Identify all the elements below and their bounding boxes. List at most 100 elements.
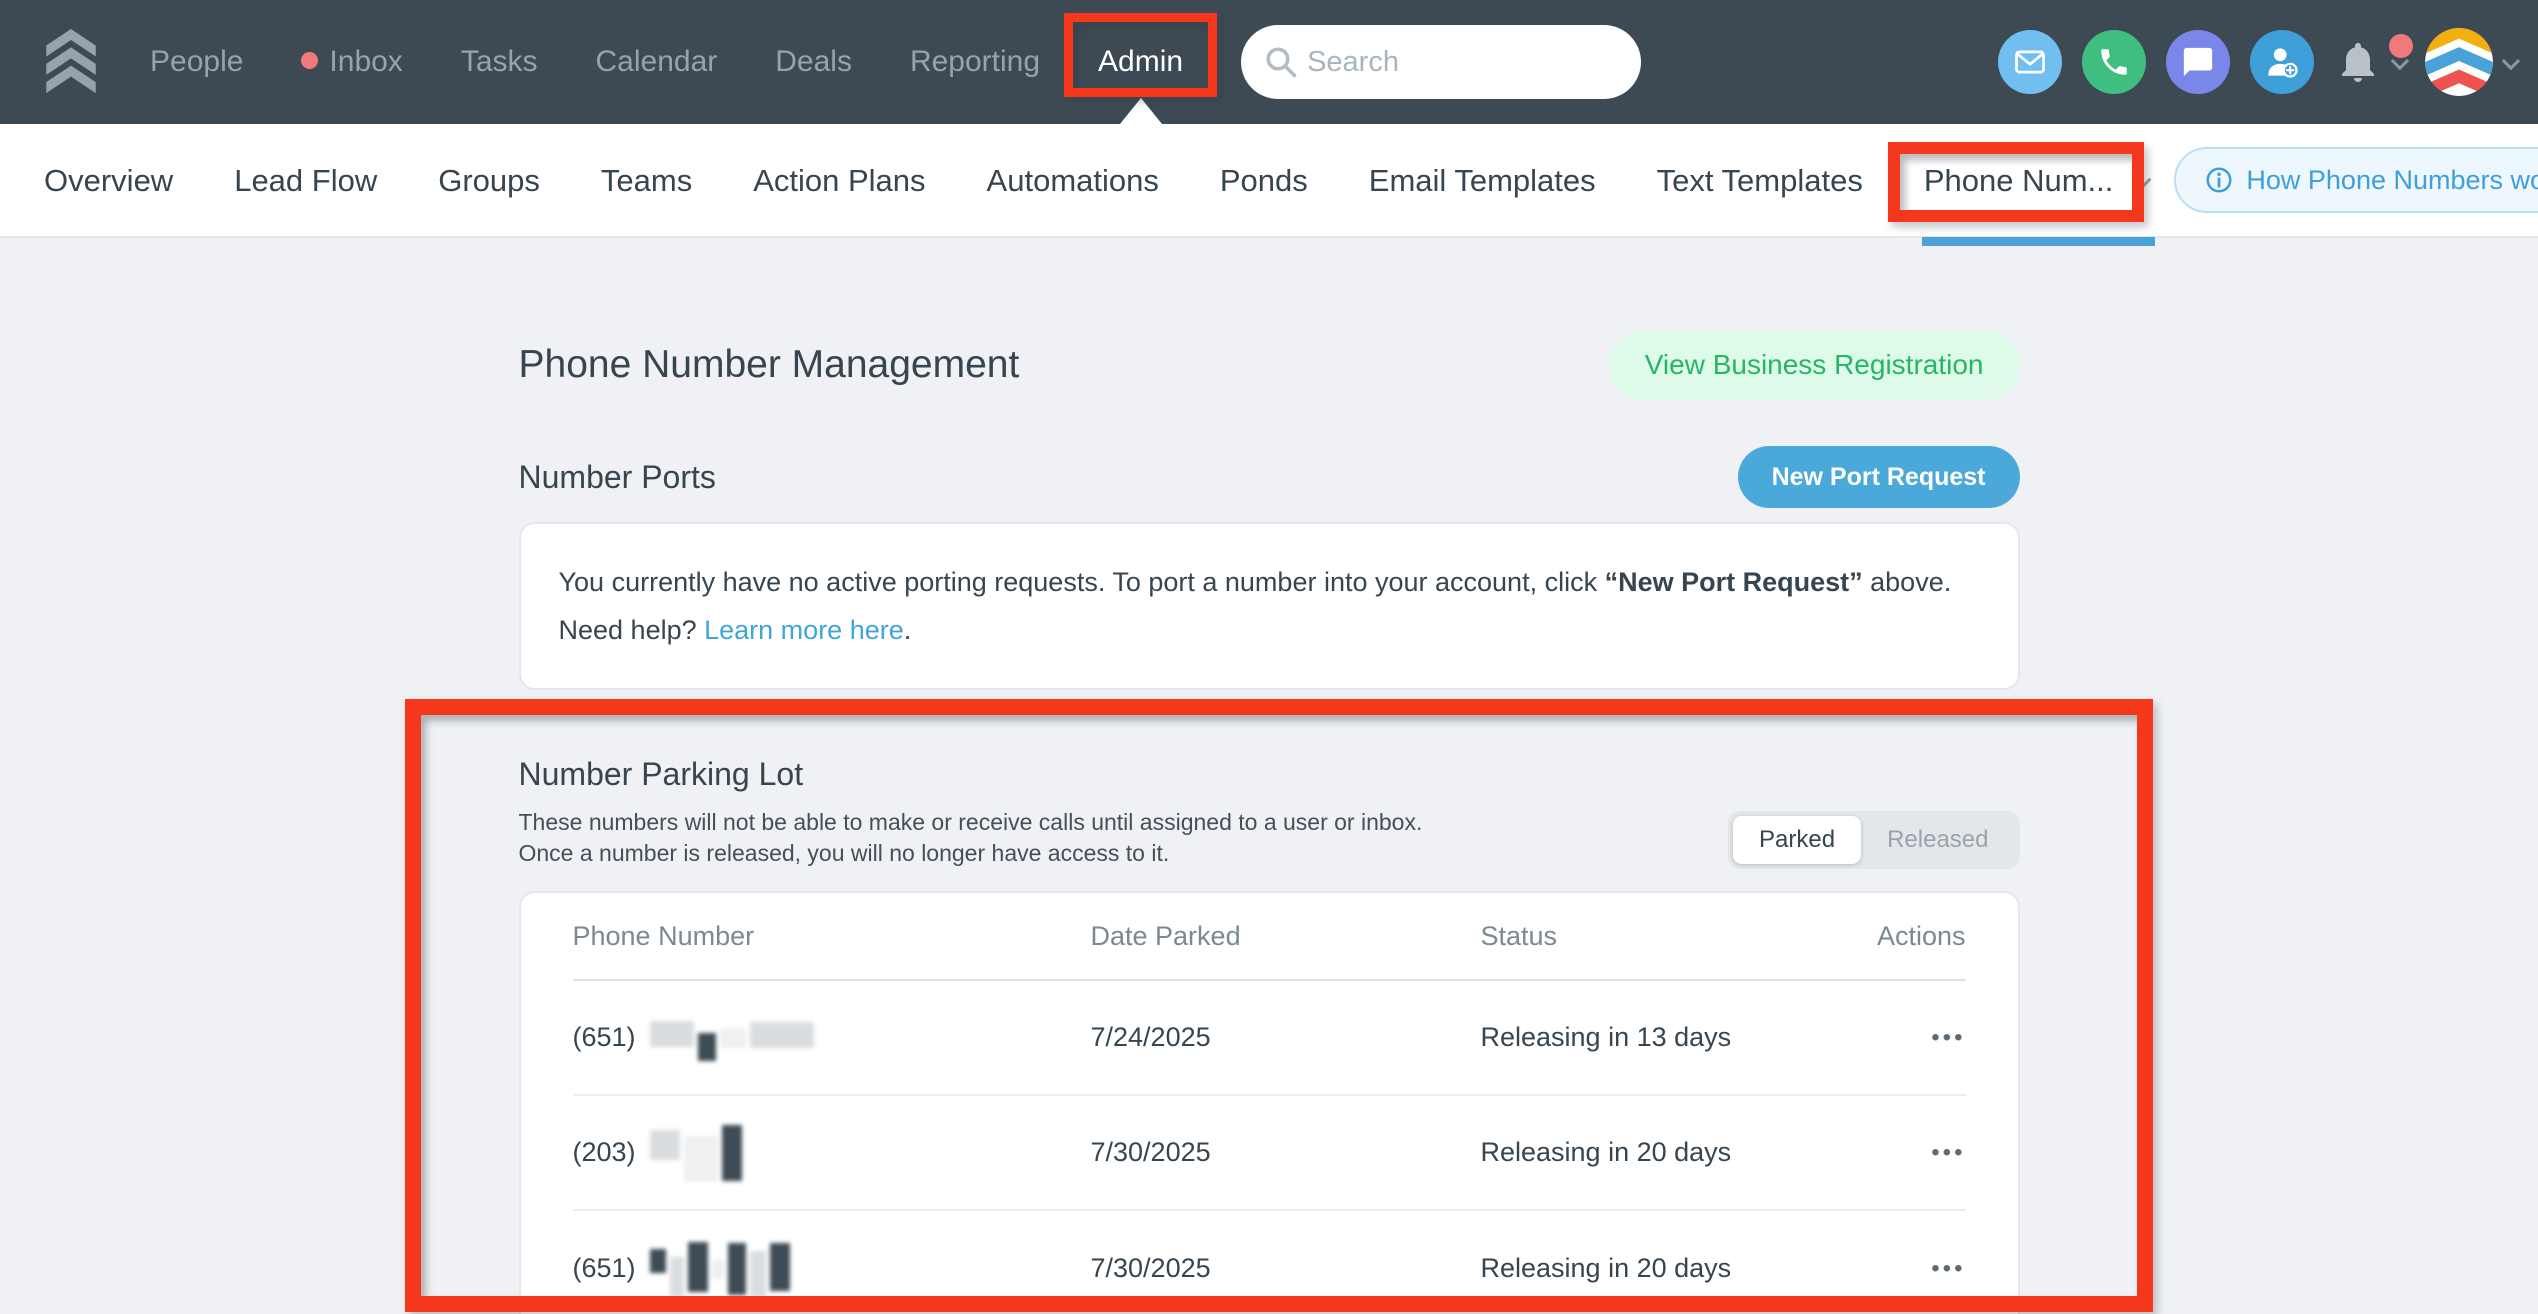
status-value: Releasing in 20 days <box>1481 1253 1872 1284</box>
tab-phone-numbers[interactable]: Phone Num... <box>1924 124 2114 238</box>
row-actions-button[interactable]: ••• <box>1872 1139 1966 1167</box>
tab-label: Phone Num... <box>1924 163 2114 199</box>
tab-label: Overview <box>44 163 173 199</box>
status-value: Releasing in 13 days <box>1481 1022 1872 1053</box>
tab-label: Ponds <box>1220 163 1308 199</box>
tab-action-plans[interactable]: Action Plans <box>753 124 925 238</box>
tab-groups[interactable]: Groups <box>438 124 540 238</box>
tab-lead-flow[interactable]: Lead Flow <box>234 124 377 238</box>
column-header-phone-number: Phone Number <box>573 921 1091 952</box>
nav-label: Deals <box>775 45 852 79</box>
unread-dot <box>301 52 318 69</box>
nav-label: People <box>150 45 243 79</box>
parked-numbers-table-card: Phone Number Date Parked Status Actions … <box>519 891 2020 1314</box>
email-icon <box>2012 44 2048 80</box>
phone-icon <box>2097 45 2131 79</box>
nav-item-deals[interactable]: Deals <box>775 0 852 124</box>
logo-chevrons-icon <box>44 29 98 95</box>
tab-label: Email Templates <box>1369 163 1596 199</box>
parking-lot-description-line2: Once a number is released, you will no l… <box>519 838 1423 869</box>
nav-label: Calendar <box>596 45 718 79</box>
search-input[interactable] <box>1241 25 1641 99</box>
active-tab-caret <box>1120 98 1162 124</box>
notifications-button[interactable] <box>2334 38 2405 86</box>
redacted-phone-digits <box>650 1125 746 1181</box>
tab-teams[interactable]: Teams <box>601 124 692 238</box>
tab-email-templates[interactable]: Email Templates <box>1369 124 1596 238</box>
table-row: (203) 7/30/2025 Releasing in 20 days ••• <box>573 1096 1966 1211</box>
tab-label: Teams <box>601 163 692 199</box>
nav-item-calendar[interactable]: Calendar <box>596 0 718 124</box>
tab-label: Action Plans <box>753 163 925 199</box>
nav-label: Tasks <box>461 45 538 79</box>
chevron-down-icon <box>2502 51 2520 69</box>
tab-label: Groups <box>438 163 540 199</box>
tab-automations[interactable]: Automations <box>987 124 1159 238</box>
global-search <box>1241 0 1641 124</box>
column-header-actions: Actions <box>1872 921 1966 952</box>
page-title: Phone Number Management <box>519 343 1020 387</box>
calls-button[interactable] <box>2082 30 2146 94</box>
phone-number-management-page: Phone Number Management View Business Re… <box>519 330 2020 1314</box>
tab-label: Lead Flow <box>234 163 377 199</box>
table-row: (651) 7/24/2025 Releasing in 13 days ••• <box>573 981 1966 1096</box>
nav-item-admin[interactable]: Admin <box>1098 0 1183 124</box>
date-parked-value: 7/24/2025 <box>1091 1022 1481 1053</box>
toggle-released[interactable]: Released <box>1861 816 2014 864</box>
info-icon <box>2204 165 2234 195</box>
date-parked-value: 7/30/2025 <box>1091 1253 1481 1284</box>
button-label: New Port Request <box>1772 463 1986 492</box>
number-ports-heading: Number Ports <box>519 459 716 496</box>
how-phone-numbers-work-button[interactable]: How Phone Numbers work <box>2174 147 2538 213</box>
notice-text: You currently have no active porting req… <box>559 567 1605 597</box>
view-business-registration-button[interactable]: View Business Registration <box>1609 330 2020 400</box>
parking-lot-description-line1: These numbers will not be able to make o… <box>519 807 1423 838</box>
number-parking-lot-header: Number Parking Lot These numbers will no… <box>519 756 2020 869</box>
nav-item-people[interactable]: People <box>150 0 243 124</box>
app-logo[interactable] <box>44 0 98 124</box>
nav-item-reporting[interactable]: Reporting <box>910 0 1040 124</box>
button-label: View Business Registration <box>1645 349 1984 381</box>
toggle-label: Parked <box>1759 826 1835 854</box>
row-actions-button[interactable]: ••• <box>1872 1255 1966 1283</box>
texting-button[interactable] <box>2166 30 2230 94</box>
avatar <box>2425 28 2493 96</box>
row-actions-button[interactable]: ••• <box>1872 1024 1966 1052</box>
tab-overview[interactable]: Overview <box>44 124 173 238</box>
phone-number-value: (651) <box>573 1022 636 1053</box>
parked-released-toggle: Parked Released <box>1728 811 2019 869</box>
notice-text: . <box>904 615 912 645</box>
tab-text-templates[interactable]: Text Templates <box>1657 124 1863 238</box>
redacted-phone-digits <box>650 1243 794 1295</box>
nav-label: Admin <box>1098 45 1183 79</box>
redacted-phone-digits <box>650 1024 818 1052</box>
phone-number-value: (203) <box>573 1137 636 1168</box>
table-header-row: Phone Number Date Parked Status Actions <box>573 893 1966 981</box>
nav-label: Reporting <box>910 45 1040 79</box>
admin-sub-navigation: Overview Lead Flow Groups Teams Action P… <box>0 124 2538 238</box>
chat-icon <box>2181 45 2215 79</box>
topbar-actions <box>1998 0 2538 124</box>
add-person-button[interactable] <box>2250 30 2314 94</box>
help-button-label: How Phone Numbers work <box>2246 165 2538 196</box>
email-button[interactable] <box>1998 30 2062 94</box>
nav-item-tasks[interactable]: Tasks <box>461 0 538 124</box>
toggle-parked[interactable]: Parked <box>1733 816 1861 864</box>
account-menu-button[interactable] <box>2425 28 2516 96</box>
porting-notice-card: You currently have no active porting req… <box>519 522 2020 690</box>
column-header-status: Status <box>1481 921 1872 952</box>
add-person-icon <box>2262 42 2302 82</box>
nav-label: Inbox <box>329 45 402 79</box>
toggle-label: Released <box>1887 826 1988 854</box>
learn-more-link[interactable]: Learn more here <box>704 615 904 645</box>
new-port-request-button[interactable]: New Port Request <box>1738 446 2020 508</box>
top-navigation-bar: People Inbox Tasks Calendar Deals Report… <box>0 0 2538 124</box>
tab-ponds[interactable]: Ponds <box>1220 124 1308 238</box>
chevron-down-icon <box>2135 171 2152 188</box>
tab-label: Text Templates <box>1657 163 1863 199</box>
nav-item-inbox[interactable]: Inbox <box>301 0 402 124</box>
status-value: Releasing in 20 days <box>1481 1137 1872 1168</box>
table-row: (651) 7/30/2025 Releasing in 20 days ••• <box>573 1211 1966 1314</box>
notice-bold-text: “New Port Request” <box>1605 567 1863 597</box>
search-icon <box>1263 44 1299 80</box>
